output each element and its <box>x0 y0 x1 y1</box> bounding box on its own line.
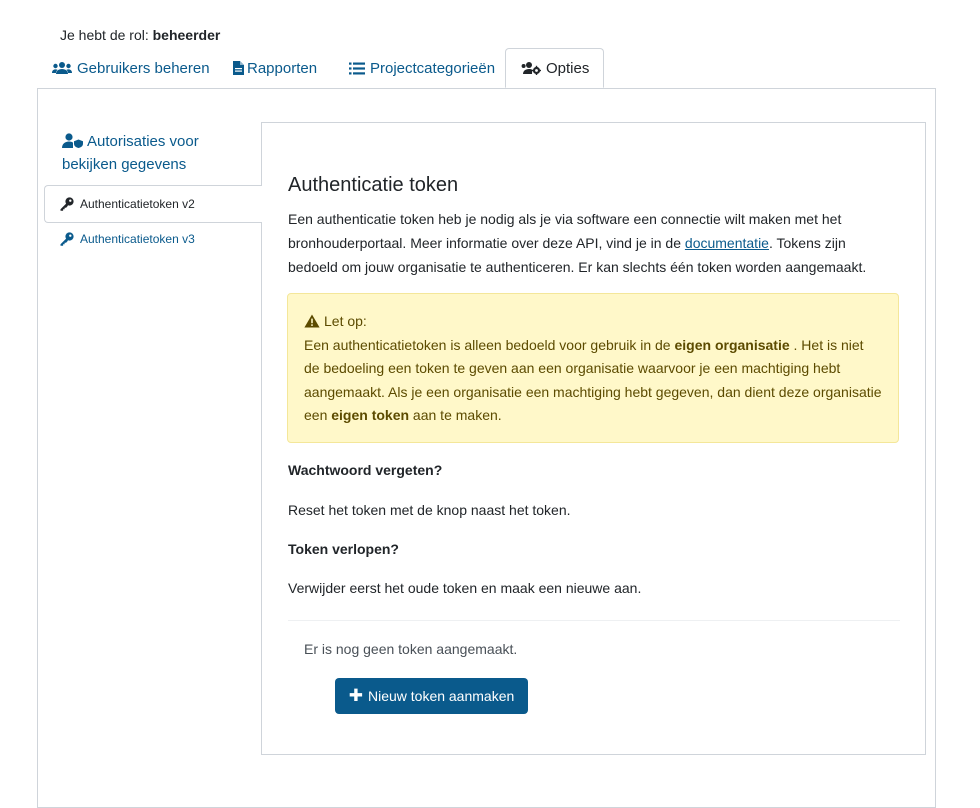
sidenav-item-label: Authenticatietoken v2 <box>80 197 195 211</box>
alert-heading: Let op: <box>324 313 367 329</box>
key-icon <box>60 232 74 246</box>
documentation-link[interactable]: documentatie <box>685 235 769 251</box>
alert-bold-2: eigen token <box>331 407 410 423</box>
tab-projectcategorieen[interactable]: Projectcategorieën <box>349 48 495 88</box>
tab-rapporten[interactable]: Rapporten <box>233 48 317 88</box>
users-gear-icon <box>521 61 541 75</box>
no-token-message: Er is nog geen token aangemaakt. <box>304 641 518 657</box>
warning-icon <box>304 314 320 328</box>
users-icon <box>52 61 72 75</box>
sidenav-item-token-v3[interactable]: Authenticatietoken v3 <box>60 232 195 246</box>
list-icon <box>349 62 365 75</box>
alert-bold-1: eigen organisatie <box>674 336 790 353</box>
tab-opties[interactable]: Opties <box>505 48 604 88</box>
expired-text: Verwijder eerst het oude token en maak e… <box>288 580 642 596</box>
sidenav-item-token-v2[interactable]: Authenticatietoken v2 <box>44 185 262 223</box>
divider <box>288 620 900 621</box>
sidenav-item-label: Authenticatietoken v3 <box>80 232 195 246</box>
tab-label: Gebruikers beheren <box>77 59 210 77</box>
warning-alert: Let op: Een authenticatietoken is alleen… <box>287 293 899 443</box>
intro-text: Een authenticatie token heb je nodig als… <box>288 207 888 279</box>
file-icon <box>233 61 244 75</box>
forgot-heading: Wachtwoord vergeten? <box>288 462 443 478</box>
alert-text-1: Een authenticatietoken is alleen bedoeld… <box>304 336 675 353</box>
key-icon <box>60 197 74 211</box>
new-token-button[interactable]: ✚ Nieuw token aanmaken <box>335 678 528 714</box>
role-indicator: Je hebt de rol: beheerder <box>60 27 220 43</box>
token-content: Authenticatie token Een authenticatie to… <box>261 122 926 755</box>
new-token-button-label: Nieuw token aanmaken <box>367 688 515 704</box>
alert-text-3: aan te maken. <box>409 407 502 423</box>
tab-gebruikers-beheren[interactable]: Gebruikers beheren <box>52 48 210 88</box>
sidenav-item-autorisaties[interactable]: Autorisaties voor bekijken gegevens <box>62 130 252 176</box>
tab-label: Projectcategorieën <box>370 59 496 77</box>
role-prefix: Je hebt de rol: <box>60 27 149 43</box>
page-title: Authenticatie token <box>288 174 459 196</box>
user-shield-icon <box>62 133 84 148</box>
tab-label: Opties <box>546 59 590 77</box>
plus-icon: ✚ <box>348 686 363 705</box>
forgot-text: Reset het token met de knop naast het to… <box>288 502 571 518</box>
alert-body: Een authenticatietoken is alleen bedoeld… <box>304 334 882 428</box>
role-value: beheerder <box>152 27 221 43</box>
alert-heading-row: Let op: <box>304 310 882 334</box>
tab-label: Rapporten <box>247 59 318 77</box>
expired-heading: Token verlopen? <box>288 541 399 557</box>
main-tabs: Gebruikers beheren Rapporten Projectcate… <box>37 48 937 88</box>
